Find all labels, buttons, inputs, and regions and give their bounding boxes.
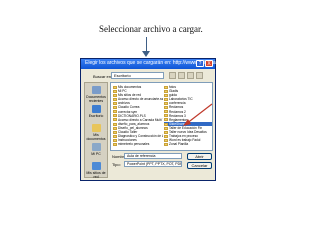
selection-pointer-arrow [183, 103, 213, 126]
